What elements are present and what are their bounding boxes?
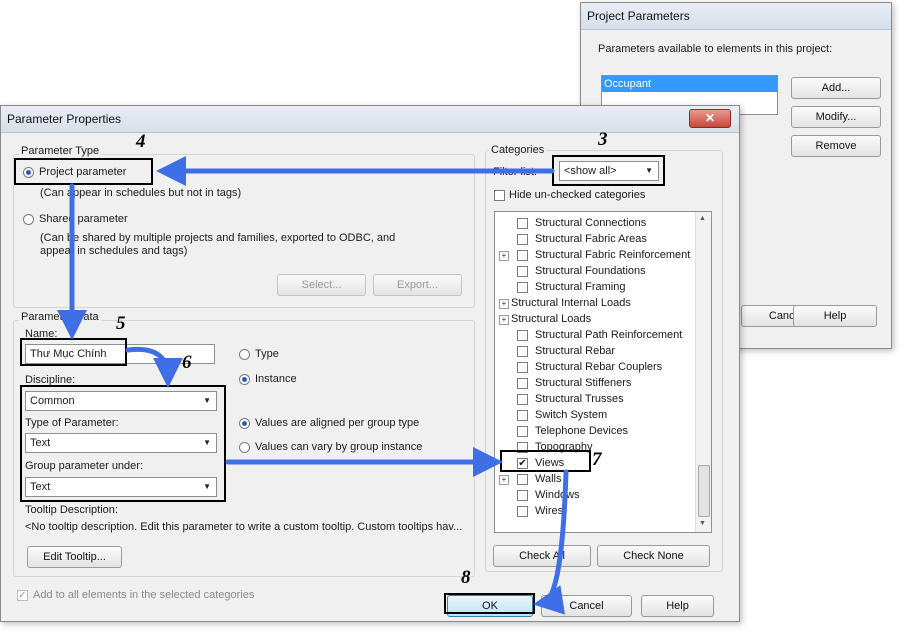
tutorial-arrows (57, 156, 569, 615)
arrow-name-to-discipline (125, 346, 183, 388)
arrow-views-to-ok (533, 469, 569, 615)
